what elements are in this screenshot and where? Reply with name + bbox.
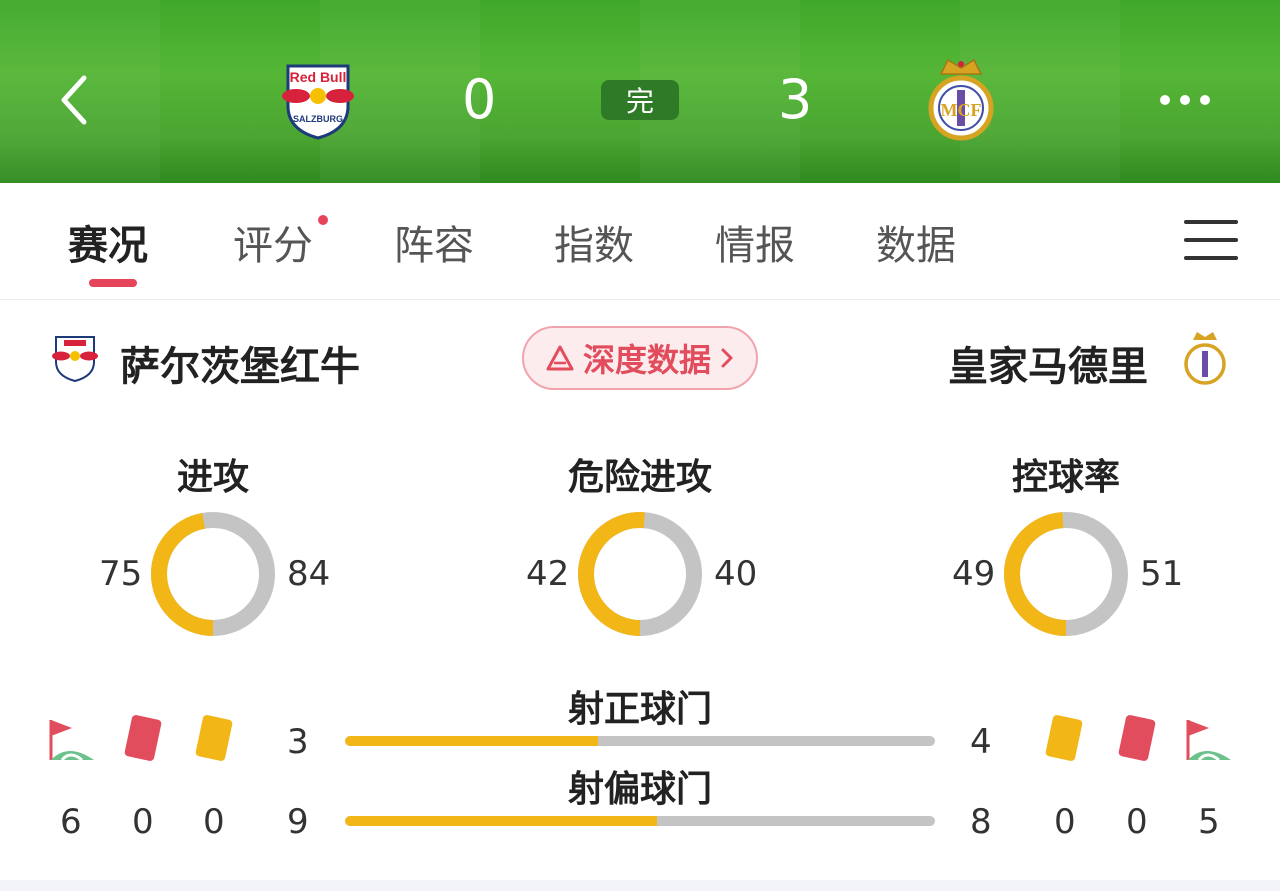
home-team-name[interactable]: 萨尔茨堡红牛: [120, 334, 360, 392]
possession-away-value: 51: [1140, 554, 1184, 594]
shots-on-target-home-fill: [345, 736, 598, 746]
shots-off-target-bar: [345, 816, 935, 826]
tab-intel[interactable]: 情报: [715, 213, 795, 271]
home-shots-on-target: 3: [287, 722, 309, 762]
warning-triangle-icon: [546, 345, 574, 371]
away-team-small-logo: [1183, 329, 1227, 391]
chevron-right-icon: [721, 348, 733, 368]
tab-lineup[interactable]: 阵容: [394, 213, 474, 271]
attack-donut: [149, 510, 277, 638]
attack-title: 进攻: [176, 457, 249, 498]
tab-bar: 赛况 评分 阵容 指数 情报 数据: [0, 183, 1280, 300]
home-logo-subtext: SALZBURG: [293, 114, 343, 124]
attack-away-value: 84: [287, 554, 331, 594]
menu-icon[interactable]: [1184, 220, 1238, 264]
away-shots-on-target: 4: [970, 722, 992, 762]
deep-data-button[interactable]: 深度数据: [522, 326, 758, 390]
tab-ratings[interactable]: 评分: [233, 213, 313, 271]
shots-off-target-title: 射偏球门: [567, 769, 712, 810]
red-card-icon: [122, 712, 166, 770]
svg-text:MCF: MCF: [941, 100, 982, 120]
away-red-card-icon: [1116, 712, 1160, 770]
home-team-logo[interactable]: Red Bull SALZBURG: [270, 60, 366, 144]
bottom-divider: [0, 880, 1280, 891]
ratings-notification-dot: [318, 215, 328, 225]
away-yellow-card-icon: [1043, 712, 1087, 770]
deep-data-label: 深度数据: [582, 341, 711, 379]
home-yellow-cards-count: 0: [203, 802, 225, 842]
match-header: Red Bull SALZBURG 0 完 3 MCF: [0, 0, 1280, 183]
dangerous-attack-donut: [576, 510, 704, 638]
more-options-icon[interactable]: [1150, 80, 1220, 120]
tab-data[interactable]: 数据: [876, 213, 956, 271]
shots-on-target-bar: [345, 736, 935, 746]
yellow-card-icon: [193, 712, 237, 770]
away-team-logo[interactable]: MCF: [926, 56, 996, 150]
shots-on-target-title: 射正球门: [567, 689, 712, 730]
home-red-cards-count: 0: [132, 802, 154, 842]
match-status-badge: 完: [601, 80, 679, 120]
home-logo-text: Red Bull: [290, 69, 347, 85]
home-corners-count: 6: [60, 802, 82, 842]
possession-donut: [1002, 510, 1130, 638]
back-icon[interactable]: [52, 70, 100, 130]
attack-home-value: 75: [99, 554, 143, 594]
tab-odds[interactable]: 指数: [554, 213, 634, 271]
away-red-cards-count: 0: [1126, 802, 1148, 842]
possession-title: 控球率: [1011, 457, 1120, 498]
possession-home-value: 49: [952, 554, 996, 594]
dangerous-attack-title: 危险进攻: [567, 457, 712, 498]
away-corner-flag-icon: [1185, 716, 1233, 768]
away-yellow-cards-count: 0: [1054, 802, 1076, 842]
dangerous-attack-home-value: 42: [526, 554, 570, 594]
dangerous-attack-away-value: 40: [714, 554, 758, 594]
home-team-small-logo: [46, 334, 104, 386]
active-tab-indicator: [89, 279, 137, 287]
away-score: 3: [778, 68, 813, 131]
tab-match-status[interactable]: 赛况: [68, 213, 148, 271]
corner-flag-icon: [48, 716, 96, 768]
away-corners-count: 5: [1198, 802, 1220, 842]
home-score: 0: [462, 68, 497, 131]
away-team-name[interactable]: 皇家马德里: [948, 334, 1148, 392]
home-shots-off-target: 9: [287, 802, 309, 842]
shots-off-target-home-fill: [345, 816, 658, 826]
away-shots-off-target: 8: [970, 802, 992, 842]
